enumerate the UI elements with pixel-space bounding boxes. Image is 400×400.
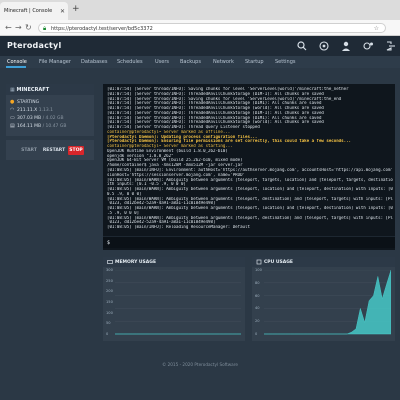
browser-address-bar: ← → ↻ 🔒︎ https://pterodactyl.test/server… [0, 20, 400, 36]
browser-tab-title: Minecraft | Console [4, 8, 53, 14]
server-status: STARTING [17, 100, 40, 105]
forward-icon[interactable]: → [15, 23, 22, 32]
console-prompt: $ [107, 240, 111, 246]
tab-close-icon[interactable]: ✕ [60, 8, 65, 15]
cpu-chart-title: CPU USAGE [264, 260, 293, 265]
console-lines: [01:07:54] [Server thread/INFO]: Saving … [107, 87, 393, 230]
memory-icon: ▭ [10, 115, 15, 121]
footer-copyright: © 2015 - 2020 Pterodactyl Software [162, 362, 238, 367]
stop-button[interactable]: STOP [68, 146, 84, 155]
memory-chart-icon [107, 260, 113, 264]
console-command-input[interactable]: $ [103, 236, 395, 248]
search-icon[interactable] [296, 40, 308, 52]
server-name-label: MINECRAFT [16, 87, 50, 93]
tab-users[interactable]: Users [155, 59, 169, 65]
cpu-usage-chart [264, 270, 391, 335]
y-tick-label: 60 [255, 293, 260, 298]
server-name: ▦ MINECRAFT [10, 87, 49, 93]
cpu-chart-panel: CPU USAGE 100 80 60 40 20 0 [252, 257, 395, 341]
address-row: ◠ 211.11.X 1.13.1 [10, 107, 53, 115]
tab-startup[interactable]: Startup [245, 59, 264, 65]
server-info-panel: ▦ MINECRAFT ● STARTING ◠ 211.11.X 1.13.1 ▭… [6, 84, 94, 136]
y-tick-label: 100 [106, 310, 113, 315]
logout-icon[interactable] [384, 40, 396, 52]
server-disk: 164.11 MB [17, 124, 42, 129]
server-list-icon[interactable] [318, 40, 330, 52]
tab-backups[interactable]: Backups [180, 59, 201, 65]
server-address-sub: 1.13.1 [38, 108, 54, 113]
memory-chart-header: MEMORY USAGE [103, 257, 245, 267]
y-tick-label: 0 [106, 332, 109, 336]
y-tick-label: 200 [106, 289, 113, 294]
memory-row: ▭ 307.03 MB / 4.02 GB [10, 115, 64, 123]
browser-tab[interactable]: Minecraft | Console ✕ [0, 2, 68, 20]
y-tick-label: 300 [106, 268, 113, 272]
tab-schedules[interactable]: Schedules [117, 59, 143, 65]
reload-icon[interactable]: ↻ [25, 23, 32, 32]
disk-icon: ▤ [10, 123, 15, 129]
console-line: [01:08:05] [main/WARN]: Ambiguity betwee… [107, 206, 393, 211]
browser-tab-bar: Minecraft | Console ✕ + [0, 0, 400, 20]
server-address[interactable]: 211.11.X [17, 108, 37, 113]
brand-logo[interactable]: Pterodactyl [7, 41, 61, 50]
power-controls: START RESTART STOP [6, 140, 94, 160]
y-tick-label: 50 [106, 321, 111, 326]
memory-chart-title: MEMORY USAGE [115, 260, 157, 265]
new-tab-icon[interactable]: + [72, 5, 80, 14]
console-line: [01:08:05] [main/WARN]: Ambiguity betwee… [107, 187, 393, 192]
lock-icon: 🔒︎ [43, 25, 47, 32]
memory-usage-chart [115, 270, 241, 335]
memory-chart-panel: MEMORY USAGE 300 250 200 150 100 50 0 [103, 257, 245, 341]
tab-network[interactable]: Network [213, 59, 234, 65]
app-header: Pterodactyl [0, 36, 400, 56]
admin-settings-icon[interactable] [362, 40, 374, 52]
server-disk-limit: / 10.47 GB [42, 124, 67, 129]
y-tick-label: 100 [255, 268, 262, 272]
server-memory-limit: / 4.02 GB [42, 116, 64, 121]
console-line: [01:08:05] [main/INFO]: Reloading Resour… [107, 225, 250, 230]
y-tick-label: 250 [106, 278, 113, 283]
account-icon[interactable] [340, 40, 352, 52]
start-button[interactable]: START [18, 146, 40, 155]
status-dot-icon: ● [10, 99, 15, 105]
y-tick-label: 20 [255, 319, 260, 324]
console-output[interactable]: [01:07:54] [Server thread/INFO]: Saving … [103, 84, 395, 250]
y-tick-label: 40 [255, 306, 260, 311]
tab-databases[interactable]: Databases [81, 59, 107, 65]
cpu-chart-icon [256, 259, 262, 265]
url-text: https://pterodactyl.test/server/bd5c3372 [51, 26, 153, 32]
disk-row: ▤ 164.11 MB / 10.47 GB [10, 123, 66, 131]
usage-area-series [264, 270, 391, 335]
y-tick-label: 0 [255, 332, 258, 336]
tab-console[interactable]: Console [7, 59, 27, 65]
server-sub-nav: Console File Manager Databases Schedules… [0, 56, 400, 68]
wifi-icon: ◠ [10, 107, 15, 113]
tab-file-manager[interactable]: File Manager [39, 59, 71, 65]
back-icon[interactable]: ← [5, 23, 12, 32]
server-memory: 307.03 MB [17, 116, 42, 121]
tab-settings[interactable]: Settings [275, 59, 296, 65]
y-tick-label: 150 [106, 300, 113, 304]
restart-button[interactable]: RESTART [42, 146, 66, 155]
y-tick-label: 80 [255, 280, 260, 285]
active-tab-indicator [6, 66, 26, 68]
cpu-chart-header: CPU USAGE [252, 257, 395, 267]
url-input[interactable]: 🔒︎ https://pterodactyl.test/server/bd5c3… [38, 23, 386, 33]
status-row: ● STARTING [10, 99, 39, 107]
bookmark-star-icon[interactable]: ☆ [374, 25, 379, 32]
